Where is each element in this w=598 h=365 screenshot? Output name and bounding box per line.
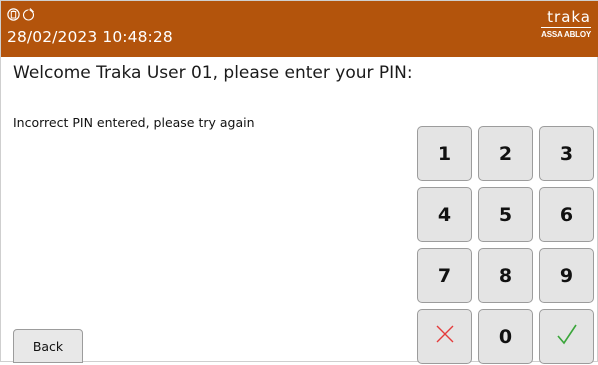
- back-button[interactable]: Back: [13, 329, 83, 363]
- key-2[interactable]: 2: [478, 126, 533, 181]
- key-3[interactable]: 3: [539, 126, 594, 181]
- pin-keypad: 1 2 3 4 5 6 7 8 9 0: [414, 125, 598, 365]
- status-icons: [7, 7, 35, 21]
- datetime: 28/02/2023 10:48:28: [7, 28, 173, 46]
- check-icon: [555, 322, 579, 351]
- clear-button[interactable]: [417, 309, 472, 364]
- power-plug-icon: [22, 7, 35, 21]
- brand-name: traka: [547, 8, 591, 26]
- traka-logo: traka ASSA ABLOY: [541, 10, 591, 39]
- key-4[interactable]: 4: [417, 187, 472, 242]
- confirm-button[interactable]: [539, 309, 594, 364]
- brand-subtitle: ASSA ABLOY: [541, 30, 591, 39]
- pin-entry-screen: 28/02/2023 10:48:28 traka ASSA ABLOY Wel…: [0, 0, 598, 365]
- key-5[interactable]: 5: [478, 187, 533, 242]
- key-7[interactable]: 7: [417, 248, 472, 303]
- key-1[interactable]: 1: [417, 126, 472, 181]
- cross-icon: [434, 323, 456, 350]
- pin-prompt: Welcome Traka User 01, please enter your…: [13, 63, 413, 83]
- brand-divider: [541, 27, 591, 28]
- key-6[interactable]: 6: [539, 187, 594, 242]
- key-0[interactable]: 0: [478, 309, 533, 364]
- key-8[interactable]: 8: [478, 248, 533, 303]
- error-message: Incorrect PIN entered, please try again: [13, 115, 255, 130]
- key-9[interactable]: 9: [539, 248, 594, 303]
- header-bar: 28/02/2023 10:48:28 traka ASSA ABLOY: [1, 1, 598, 57]
- battery-icon: [7, 7, 20, 21]
